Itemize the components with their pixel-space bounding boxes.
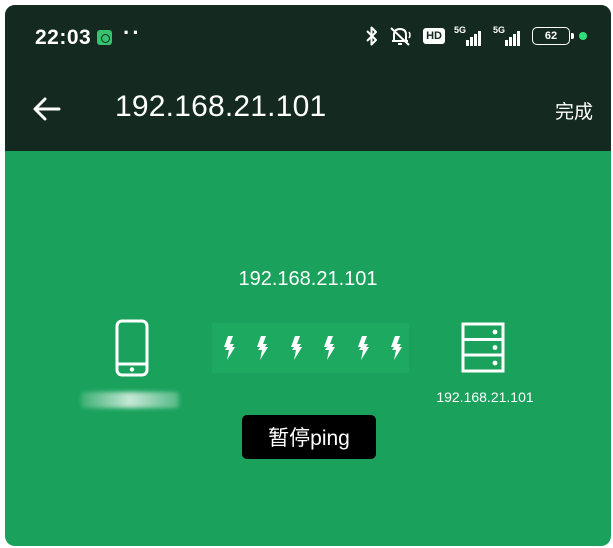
- hd-icon: HD: [423, 28, 445, 44]
- bluetooth-icon: [366, 26, 378, 46]
- lightning-icon: [290, 336, 302, 360]
- app-notification-icon: [97, 30, 112, 45]
- target-ip-label: 192.168.21.101: [238, 268, 378, 290]
- lightning-icon: [257, 336, 269, 360]
- signal-icon: 5G: [454, 25, 484, 46]
- server-ip-label: 192.168.21.101: [436, 389, 534, 405]
- lightning-icon: [224, 336, 235, 360]
- app-bar: 192.168.21.101 完成: [5, 67, 611, 151]
- back-button[interactable]: [31, 93, 63, 125]
- phone-screen: 22:03 ·· HD 5G 5G 62 192.168.21.101 完成 1…: [5, 5, 611, 546]
- mute-icon: [390, 27, 411, 46]
- server-icon: [461, 322, 505, 373]
- toast-message: 暂停ping: [242, 415, 376, 459]
- toast-text: 暂停ping: [268, 427, 350, 450]
- signal-icon-2: 5G: [493, 25, 523, 46]
- status-bar: 22:03 ·· HD 5G 5G 62: [5, 5, 611, 67]
- indicator-dot-icon: [579, 32, 587, 40]
- lightning-icon: [324, 336, 336, 360]
- lightning-icon: [357, 336, 369, 360]
- status-icons: HD 5G 5G 62: [365, 23, 587, 49]
- device-name: ••••••••: [81, 392, 179, 408]
- phone-icon: [115, 319, 149, 377]
- done-button[interactable]: 完成: [555, 97, 593, 124]
- ping-signal-track: [212, 323, 409, 373]
- lightning-icon: [391, 336, 402, 360]
- page-title: 192.168.21.101: [115, 90, 327, 123]
- status-time: 22:03: [35, 26, 92, 49]
- arrow-left-icon: [33, 97, 61, 121]
- more-notifications-indicator: ··: [123, 20, 142, 45]
- battery-icon: 62: [532, 27, 574, 45]
